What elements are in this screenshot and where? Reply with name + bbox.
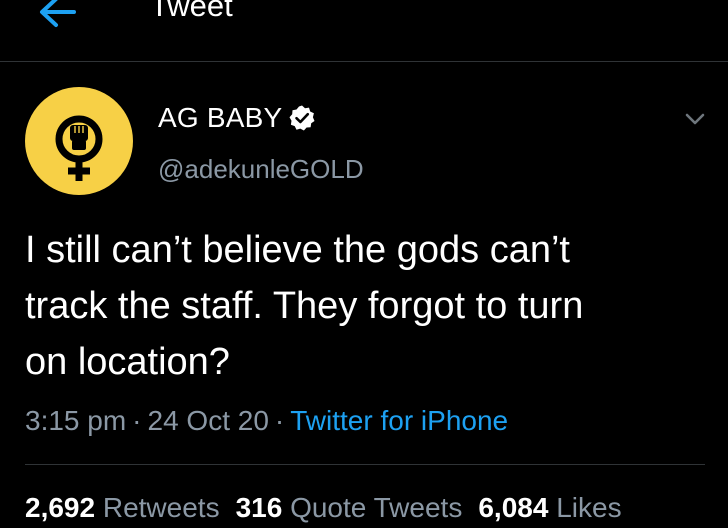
tweet-stats: 2,692 Retweets 316 Quote Tweets 6,084 Like… bbox=[25, 488, 638, 528]
retweets-label: Retweets bbox=[102, 492, 220, 523]
tweet-source-link[interactable]: Twitter for iPhone bbox=[290, 405, 508, 436]
author-display-name[interactable]: AG BABY bbox=[158, 100, 282, 136]
back-button[interactable] bbox=[36, 0, 80, 30]
likes-stat[interactable]: 6,084 Likes bbox=[478, 492, 621, 523]
tweet-date[interactable]: 24 Oct 20 bbox=[148, 405, 269, 436]
chevron-down-icon bbox=[685, 113, 705, 125]
top-bar: Tweet bbox=[0, 0, 728, 62]
tweet-text-line: I still can’t believe the gods can’t bbox=[25, 229, 570, 271]
more-options-button[interactable] bbox=[682, 106, 708, 132]
divider bbox=[25, 464, 705, 465]
separator: · bbox=[274, 405, 285, 436]
raised-fist-female-symbol-icon bbox=[55, 115, 103, 181]
avatar[interactable] bbox=[25, 87, 133, 195]
tweet-metadata: 3:15 pm · 24 Oct 20 · Twitter for iPhone bbox=[25, 401, 508, 441]
tweet-text: I still can’t believe the gods can’t tra… bbox=[25, 222, 715, 390]
author-handle[interactable]: @adekunleGOLD bbox=[158, 152, 364, 186]
quote-tweets-label: Quote Tweets bbox=[290, 492, 463, 523]
tweet-time[interactable]: 3:15 pm bbox=[25, 405, 126, 436]
separator: · bbox=[132, 405, 142, 436]
tweet-text-line: track the staff. They forgot to turn bbox=[25, 285, 584, 327]
retweets-stat[interactable]: 2,692 Retweets bbox=[25, 492, 220, 523]
quote-tweets-stat[interactable]: 316 Quote Tweets bbox=[236, 492, 463, 523]
likes-count: 6,084 bbox=[478, 492, 549, 523]
likes-label: Likes bbox=[556, 492, 622, 523]
quote-tweets-count: 316 bbox=[235, 492, 283, 523]
back-arrow-icon bbox=[40, 0, 76, 27]
page-title: Tweet bbox=[150, 0, 233, 23]
retweets-count: 2,692 bbox=[25, 492, 96, 523]
tweet-text-line: on location? bbox=[25, 341, 230, 383]
verified-badge-icon bbox=[289, 105, 315, 131]
